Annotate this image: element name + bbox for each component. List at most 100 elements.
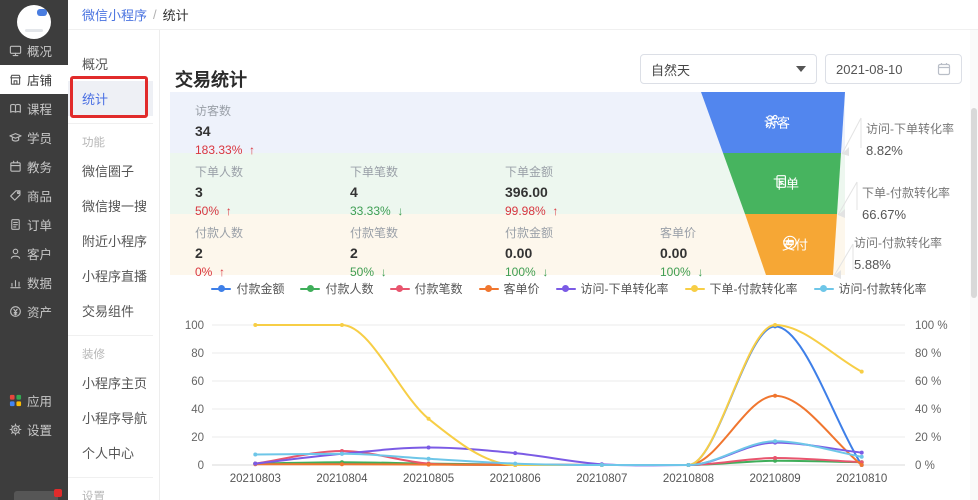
legend-item-付款金额[interactable]: 付款金额 <box>211 280 284 297</box>
legend-item-客单价[interactable]: 客单价 <box>479 280 540 297</box>
legend-item-付款笔数[interactable]: 付款笔数 <box>390 280 463 297</box>
submenu-item-微信搜一搜[interactable]: 微信搜一搜 <box>68 188 153 223</box>
primary-nav-bottom: 应用设置 <box>0 386 68 444</box>
data-point <box>427 457 431 461</box>
x-axis-tick: 20210809 <box>749 473 800 485</box>
legend-item-访问-下单转化率[interactable]: 访问-下单转化率 <box>556 280 669 297</box>
settings-icon <box>9 423 22 436</box>
metric-label: 付款人数 <box>195 224 350 241</box>
trend-arrow-icon: ↓ <box>542 265 548 279</box>
funnel-stage-label-访客: 访客 <box>764 113 790 132</box>
legend-item-下单-付款转化率[interactable]: 下单-付款转化率 <box>685 280 798 297</box>
metric-value: 2 <box>195 245 350 261</box>
legend-label: 下单-付款转化率 <box>710 280 798 297</box>
date-picker-value: 2021-08-10 <box>836 62 903 77</box>
sidebar-item-课程[interactable]: 课程 <box>0 94 68 123</box>
submenu-item-统计[interactable]: 统计 <box>68 81 153 116</box>
metric-label: 访客数 <box>195 102 350 119</box>
menu-group: 功能微信圈子微信搜一搜附近小程序小程序直播交易组件 <box>68 123 153 328</box>
legend-marker <box>479 288 499 290</box>
rate-label: 访问-下单转化率 <box>866 120 978 137</box>
date-picker[interactable]: 2021-08-10 <box>825 54 962 84</box>
metric-下单笔数: 下单笔数433.33% ↓ <box>350 163 505 214</box>
sidebar-item-资产[interactable]: 资产 <box>0 297 68 326</box>
sidebar-item-label: 商品 <box>27 186 52 205</box>
data-point <box>773 323 777 327</box>
legend-marker <box>814 288 834 290</box>
data-point <box>340 323 344 327</box>
legend-label: 付款人数 <box>325 280 373 297</box>
metric-value: 34 <box>195 123 350 139</box>
submenu-item-小程序直播[interactable]: 小程序直播 <box>68 258 153 293</box>
submenu-item-个人中心[interactable]: 个人中心 <box>68 435 153 470</box>
trend-arrow-icon: ↓ <box>381 265 387 279</box>
metric-value: 2 <box>350 245 505 261</box>
data-point <box>686 463 690 467</box>
legend-label: 客单价 <box>504 280 540 297</box>
funnel-stage-label-支付: 支付 <box>782 235 808 254</box>
submenu-item-小程序主页[interactable]: 小程序主页 <box>68 365 153 400</box>
notification-badge <box>54 489 62 497</box>
submenu-item-附近小程序[interactable]: 附近小程序 <box>68 223 153 258</box>
academic-icon <box>9 160 22 173</box>
course-icon <box>9 102 22 115</box>
primary-sidebar: 概况店铺课程学员教务商品订单客户数据资产 应用设置 <box>0 0 68 500</box>
breadcrumb: 微信小程序 / 统计 <box>68 0 978 30</box>
sidebar-item-商品[interactable]: 商品 <box>0 181 68 210</box>
submenu-item-交易组件[interactable]: 交易组件 <box>68 293 153 328</box>
bottom-widget[interactable] <box>14 491 58 500</box>
metric-label: 下单笔数 <box>350 163 505 180</box>
x-axis-tick: 20210806 <box>490 473 541 485</box>
sidebar-item-学员[interactable]: 学员 <box>0 123 68 152</box>
breadcrumb-parent-link[interactable]: 微信小程序 <box>82 5 147 24</box>
data-point <box>340 452 344 456</box>
x-axis-tick: 20210804 <box>316 473 368 485</box>
page-title: 交易统计 <box>175 66 247 92</box>
data-point <box>773 456 777 460</box>
period-select[interactable]: 自然天 <box>640 54 817 84</box>
data-point <box>340 462 344 466</box>
metric-delta: 100% ↓ <box>505 265 660 279</box>
pay-icon <box>782 235 798 251</box>
legend-label: 付款笔数 <box>415 280 463 297</box>
submenu-item-小程序导航[interactable]: 小程序导航 <box>68 400 153 435</box>
sidebar-item-店铺[interactable]: 店铺 <box>0 65 68 94</box>
data-point <box>773 394 777 398</box>
customer-icon <box>9 247 22 260</box>
menu-group: 概况统计 <box>68 46 159 116</box>
x-axis-tick: 20210808 <box>663 473 714 485</box>
logo-base-icon <box>25 29 43 32</box>
overview-icon <box>9 44 22 57</box>
data-point <box>860 451 864 455</box>
metric-label: 付款金额 <box>505 224 660 241</box>
sidebar-item-概况[interactable]: 概况 <box>0 36 68 65</box>
conversion-rate-访问-付款转化率: 访问-付款转化率5.88% <box>854 234 974 272</box>
funnel-connector-line <box>838 182 857 215</box>
sidebar-item-客户[interactable]: 客户 <box>0 239 68 268</box>
conversion-rate-访问-下单转化率: 访问-下单转化率 8.82% <box>866 120 978 158</box>
sidebar-item-label: 订单 <box>27 215 52 234</box>
sidebar-item-订单[interactable]: 订单 <box>0 210 68 239</box>
data-point <box>253 323 257 327</box>
rate-value: 8.82% <box>866 143 978 158</box>
scrollbar-thumb[interactable] <box>971 108 977 298</box>
logo-mark-icon <box>37 9 47 16</box>
order-doc-icon <box>773 174 789 190</box>
legend-marker <box>211 288 231 290</box>
legend-item-付款人数[interactable]: 付款人数 <box>300 280 373 297</box>
metric-delta: 33.33% ↓ <box>350 204 505 218</box>
trend-arrow-icon: ↑ <box>249 143 255 157</box>
funnel-connector-line <box>834 244 853 276</box>
data-point <box>600 463 604 467</box>
sidebar-item-应用[interactable]: 应用 <box>0 386 68 415</box>
submenu-item-概况[interactable]: 概况 <box>68 46 159 81</box>
calendar-icon <box>937 62 951 76</box>
sidebar-item-设置[interactable]: 设置 <box>0 415 68 444</box>
series-line-下单-付款转化率 <box>255 325 861 465</box>
menu-group-label: 功能 <box>68 128 153 153</box>
submenu-item-微信圈子[interactable]: 微信圈子 <box>68 153 153 188</box>
sidebar-item-label: 设置 <box>27 420 52 439</box>
sidebar-item-教务[interactable]: 教务 <box>0 152 68 181</box>
sidebar-item-数据[interactable]: 数据 <box>0 268 68 297</box>
legend-item-访问-付款转化率[interactable]: 访问-付款转化率 <box>814 280 927 297</box>
